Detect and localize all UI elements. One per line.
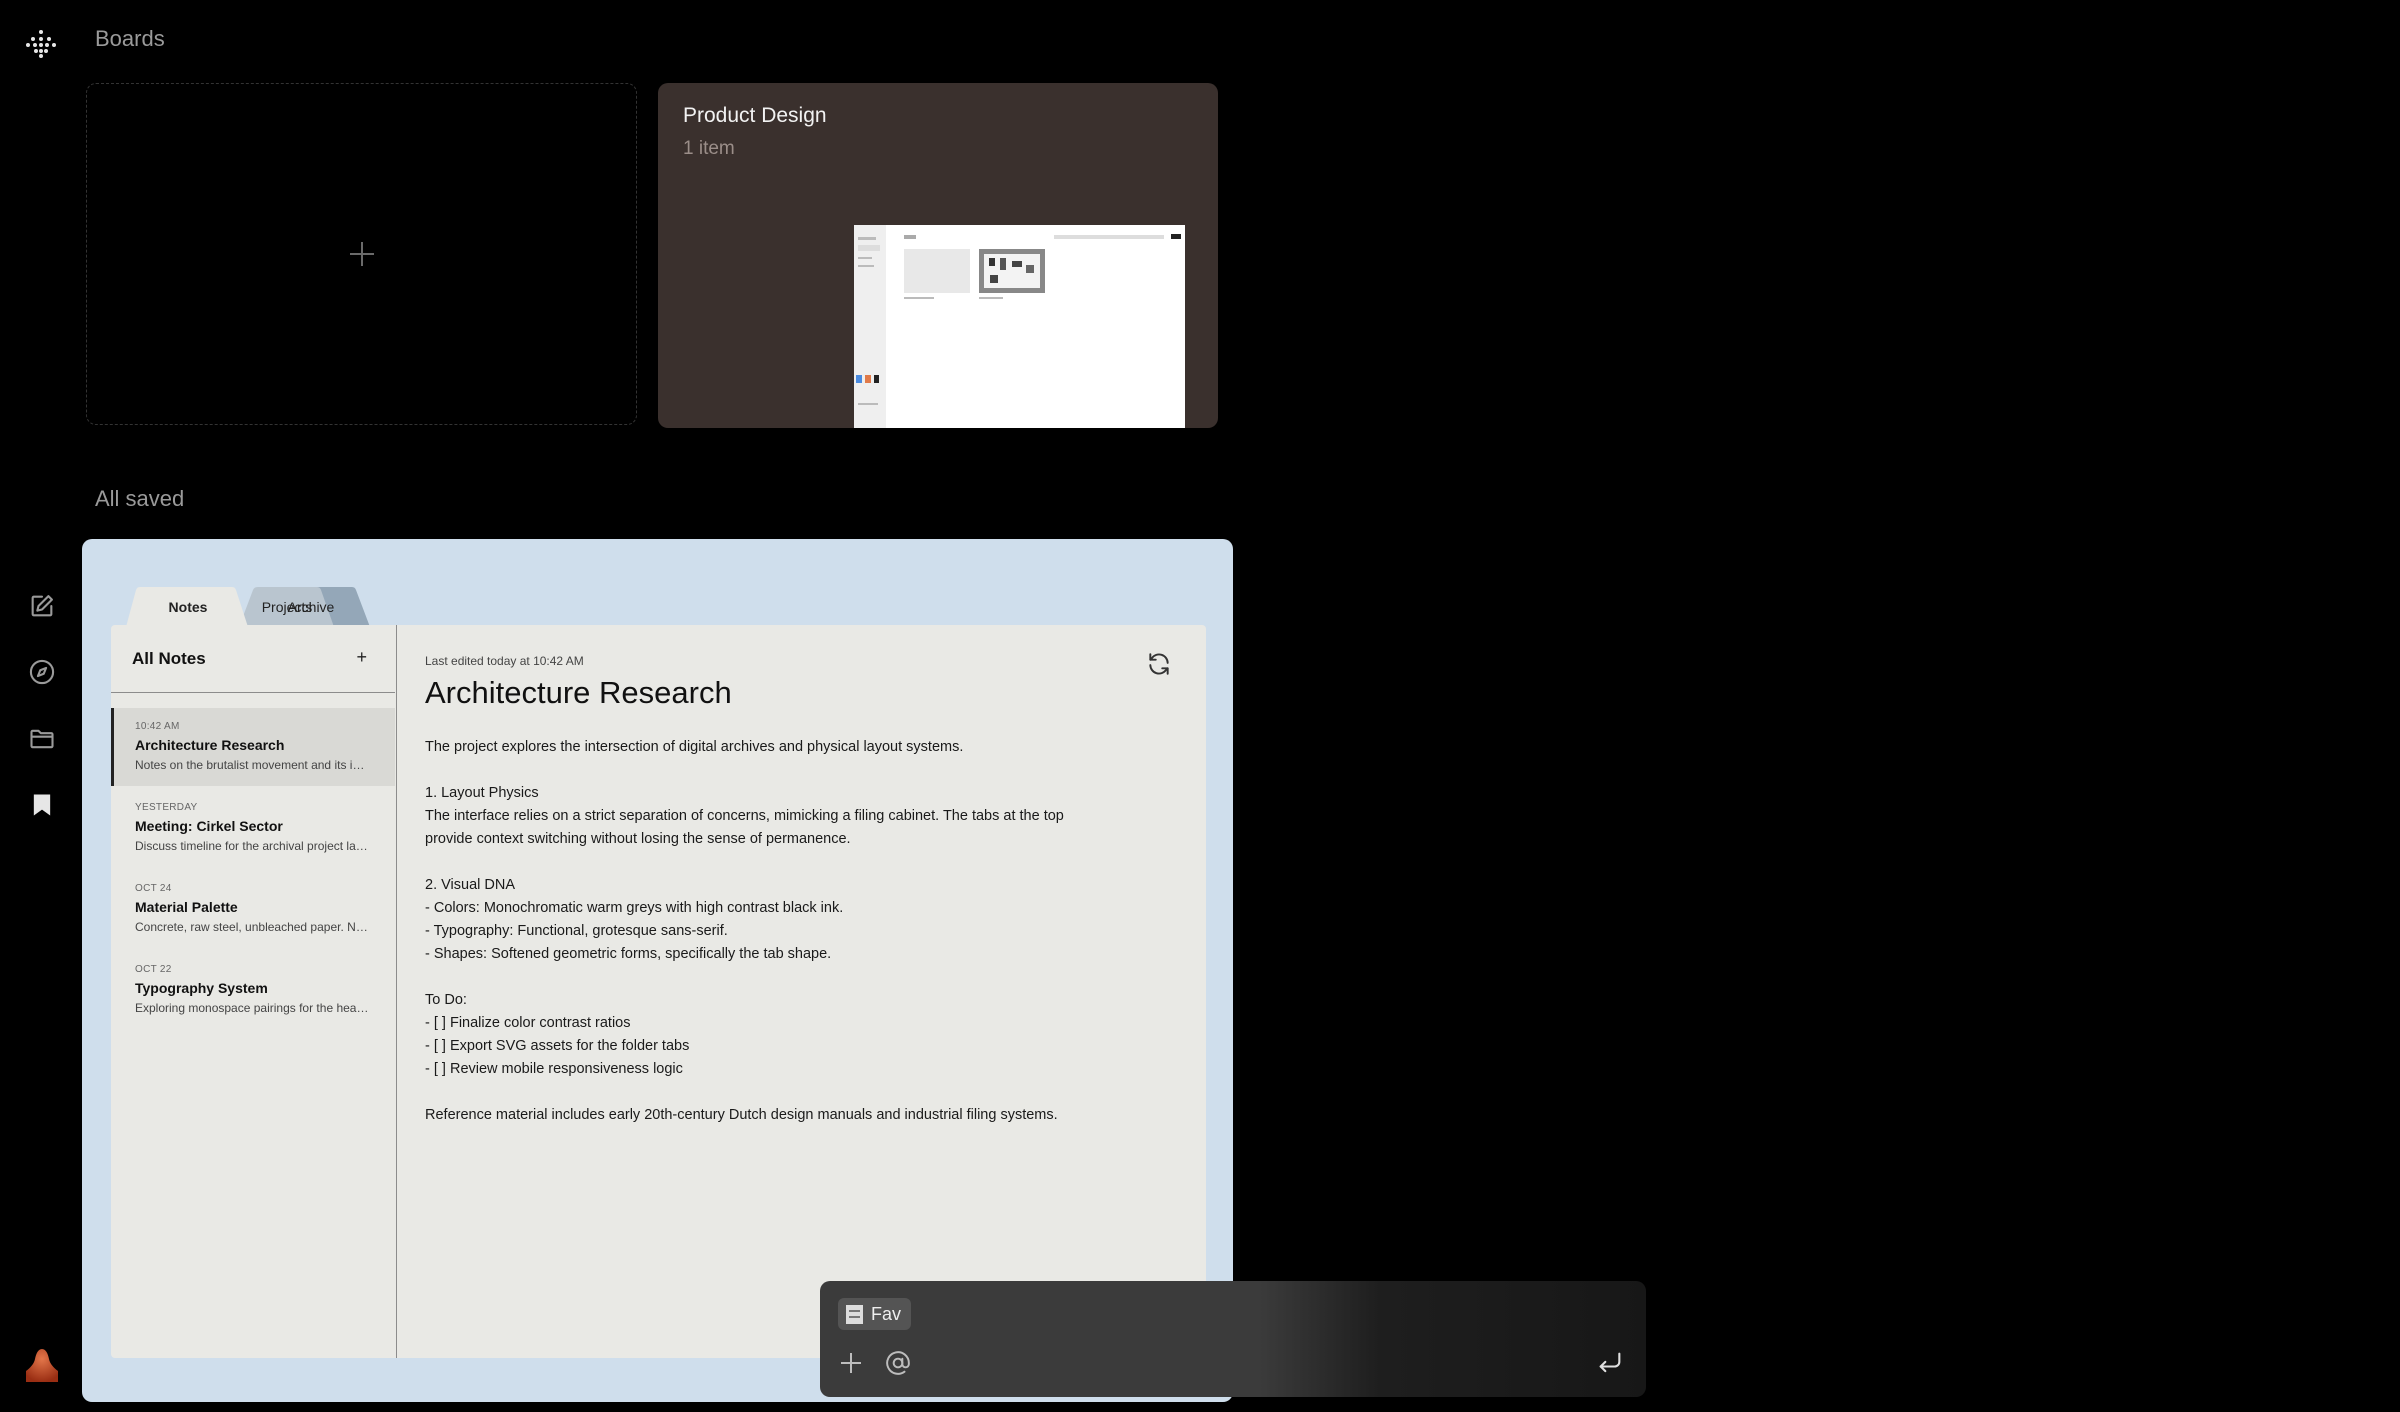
board-title: Product Design [683, 104, 827, 127]
body-line: Reference material includes early 20th-c… [425, 1107, 1058, 1123]
body-line: - Typography: Functional, grotesque sans… [425, 923, 728, 939]
refresh-icon[interactable] [1146, 651, 1172, 677]
saved-section-title: All saved [95, 486, 185, 511]
body-blank-line [425, 759, 1125, 782]
note-date: OCT 22 [135, 964, 172, 975]
note-preview: Exploring monospace pairings for the hea… [135, 1001, 371, 1015]
new-board-button[interactable] [86, 83, 637, 425]
body-blank-line [425, 851, 1125, 874]
tab-notes[interactable]: Notes [140, 589, 236, 625]
body-line: The interface relies on a strict separat… [425, 808, 1064, 824]
at-icon [886, 1351, 910, 1375]
note-editor[interactable]: Last edited today at 10:42 AM Architectu… [425, 625, 1185, 1358]
notes-list-header: All Notes + [111, 625, 395, 693]
note-item-typography-system[interactable]: OCT 22 Typography System Exploring monos… [111, 951, 395, 1029]
body-line: - [ ] Export SVG assets for the folder t… [425, 1038, 690, 1054]
saved-item-preview[interactable]: Notes Projects Archive All Notes + 10:42… [82, 539, 1233, 1402]
avatar[interactable] [24, 1346, 60, 1382]
board-thumbnail [854, 225, 1185, 428]
add-button[interactable] [833, 1345, 869, 1381]
notes-list-title: All Notes [132, 649, 206, 668]
body-line: 1. Layout Physics [425, 785, 539, 801]
note-preview: Concrete, raw steel, unbleached paper. N… [135, 920, 371, 934]
fav-chip-label: Fav [871, 1303, 902, 1324]
body-line: The project explores the intersection of… [425, 739, 964, 755]
notes-app-panel: All Notes + 10:42 AM Architecture Resear… [111, 625, 1206, 1358]
body-line: 2. Visual DNA [425, 877, 515, 893]
note-title: Typography System [135, 980, 268, 996]
body-line: - [ ] Review mobile responsiveness logic [425, 1061, 683, 1077]
note-date: OCT 24 [135, 883, 172, 894]
body-line: provide context switching without losing… [425, 831, 851, 847]
board-card-product-design[interactable]: Product Design 1 item [658, 83, 1218, 428]
logo-icon[interactable] [24, 26, 58, 60]
body-line: - Colors: Monochromatic warm greys with … [425, 900, 844, 916]
tab-archive[interactable]: Archive [270, 589, 352, 625]
body-blank-line [425, 966, 1125, 989]
note-title: Architecture Research [135, 737, 285, 753]
notes-list: All Notes + 10:42 AM Architecture Resear… [111, 625, 397, 1358]
compass-icon[interactable] [24, 654, 60, 690]
note-heading: Architecture Research [425, 675, 732, 710]
mention-button[interactable] [880, 1345, 916, 1381]
note-date: 10:42 AM [135, 721, 180, 732]
note-date: YESTERDAY [135, 802, 198, 813]
fav-chip[interactable]: Fav [838, 1298, 912, 1330]
note-preview: Discuss timeline for the archival projec… [135, 839, 371, 853]
board-item-count: 1 item [683, 138, 735, 159]
last-edited-meta: Last edited today at 10:42 AM [425, 654, 584, 668]
note-title: Meeting: Cirkel Sector [135, 818, 283, 834]
boards-section-title: Boards [95, 26, 165, 51]
note-item-meeting[interactable]: YESTERDAY Meeting: Cirkel Sector Discuss… [111, 789, 395, 867]
plus-icon [841, 1353, 861, 1373]
edit-icon[interactable] [24, 588, 60, 624]
plus-icon [349, 242, 374, 266]
document-icon [846, 1304, 863, 1324]
body-line: - [ ] Finalize color contrast ratios [425, 1015, 631, 1031]
composer[interactable]: Fav [820, 1281, 1646, 1397]
note-preview: Notes on the brutalist movement and its … [135, 758, 371, 772]
bookmark-icon[interactable] [24, 787, 60, 823]
body-line: - Shapes: Softened geometric forms, spec… [425, 946, 832, 962]
note-title: Material Palette [135, 899, 238, 915]
note-item-architecture-research[interactable]: 10:42 AM Architecture Research Notes on … [111, 708, 395, 786]
enter-icon [1599, 1352, 1621, 1373]
submit-button[interactable] [1592, 1345, 1628, 1381]
add-note-button[interactable]: + [356, 647, 367, 668]
note-body: The project explores the intersection of… [425, 736, 1125, 1127]
folder-icon[interactable] [24, 721, 60, 757]
body-blank-line [425, 1081, 1125, 1104]
body-line: To Do: [425, 992, 467, 1008]
note-item-material-palette[interactable]: OCT 24 Material Palette Concrete, raw st… [111, 870, 395, 948]
